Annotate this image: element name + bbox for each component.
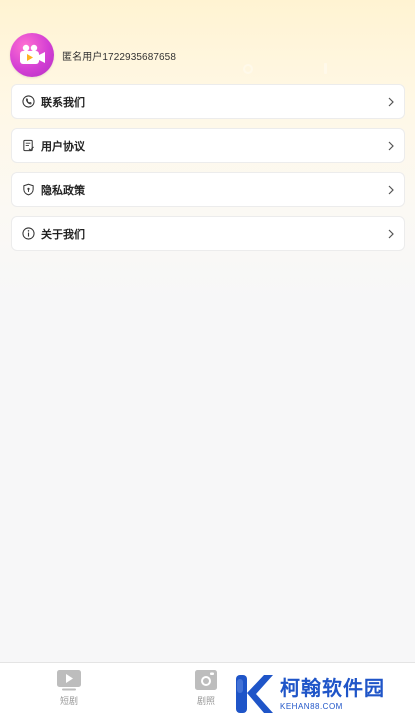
menu-item-label: 联系我们 bbox=[41, 96, 85, 109]
agreement-icon bbox=[22, 139, 34, 152]
menu-item-about[interactable]: 关于我们 bbox=[11, 216, 405, 251]
profile-header: 匿名用户1722935687658 bbox=[10, 32, 405, 78]
watermark-text: 柯翰软件园 bbox=[280, 677, 385, 700]
play-icon bbox=[57, 670, 81, 691]
info-icon bbox=[21, 227, 35, 240]
settings-menu: 联系我们 用户协议 隐私政策 关于我们 bbox=[11, 84, 405, 260]
watermark-url: KEHAN88.COM bbox=[280, 701, 343, 711]
faint-bar-icon bbox=[324, 63, 327, 74]
username: 匿名用户1722935687658 bbox=[62, 51, 176, 63]
camera-icon bbox=[195, 670, 217, 690]
watermark-logo: 柯翰软件园 KEHAN88.COM bbox=[234, 668, 415, 720]
phone-icon bbox=[21, 95, 35, 108]
menu-item-agreement[interactable]: 用户协议 bbox=[11, 128, 405, 163]
chevron-right-icon bbox=[388, 141, 394, 150]
k-logo-icon bbox=[236, 675, 273, 713]
tab-stills[interactable]: 剧照 bbox=[176, 669, 236, 715]
shield-icon bbox=[22, 183, 34, 196]
faint-circle-icon bbox=[243, 64, 253, 74]
avatar[interactable] bbox=[10, 33, 54, 77]
menu-item-label: 关于我们 bbox=[41, 228, 85, 241]
menu-item-contact[interactable]: 联系我们 bbox=[11, 84, 405, 119]
menu-item-privacy[interactable]: 隐私政策 bbox=[11, 172, 405, 207]
chevron-right-icon bbox=[388, 229, 394, 238]
tab-label: 剧照 bbox=[196, 696, 215, 706]
menu-item-label: 隐私政策 bbox=[41, 184, 85, 197]
faint-header-icons bbox=[242, 60, 332, 78]
tab-short-drama[interactable]: 短剧 bbox=[39, 669, 99, 715]
video-camera-icon bbox=[20, 44, 45, 64]
menu-item-label: 用户协议 bbox=[41, 140, 85, 153]
chevron-right-icon bbox=[388, 185, 394, 194]
tab-label: 短剧 bbox=[59, 696, 78, 706]
chevron-right-icon bbox=[388, 97, 394, 106]
